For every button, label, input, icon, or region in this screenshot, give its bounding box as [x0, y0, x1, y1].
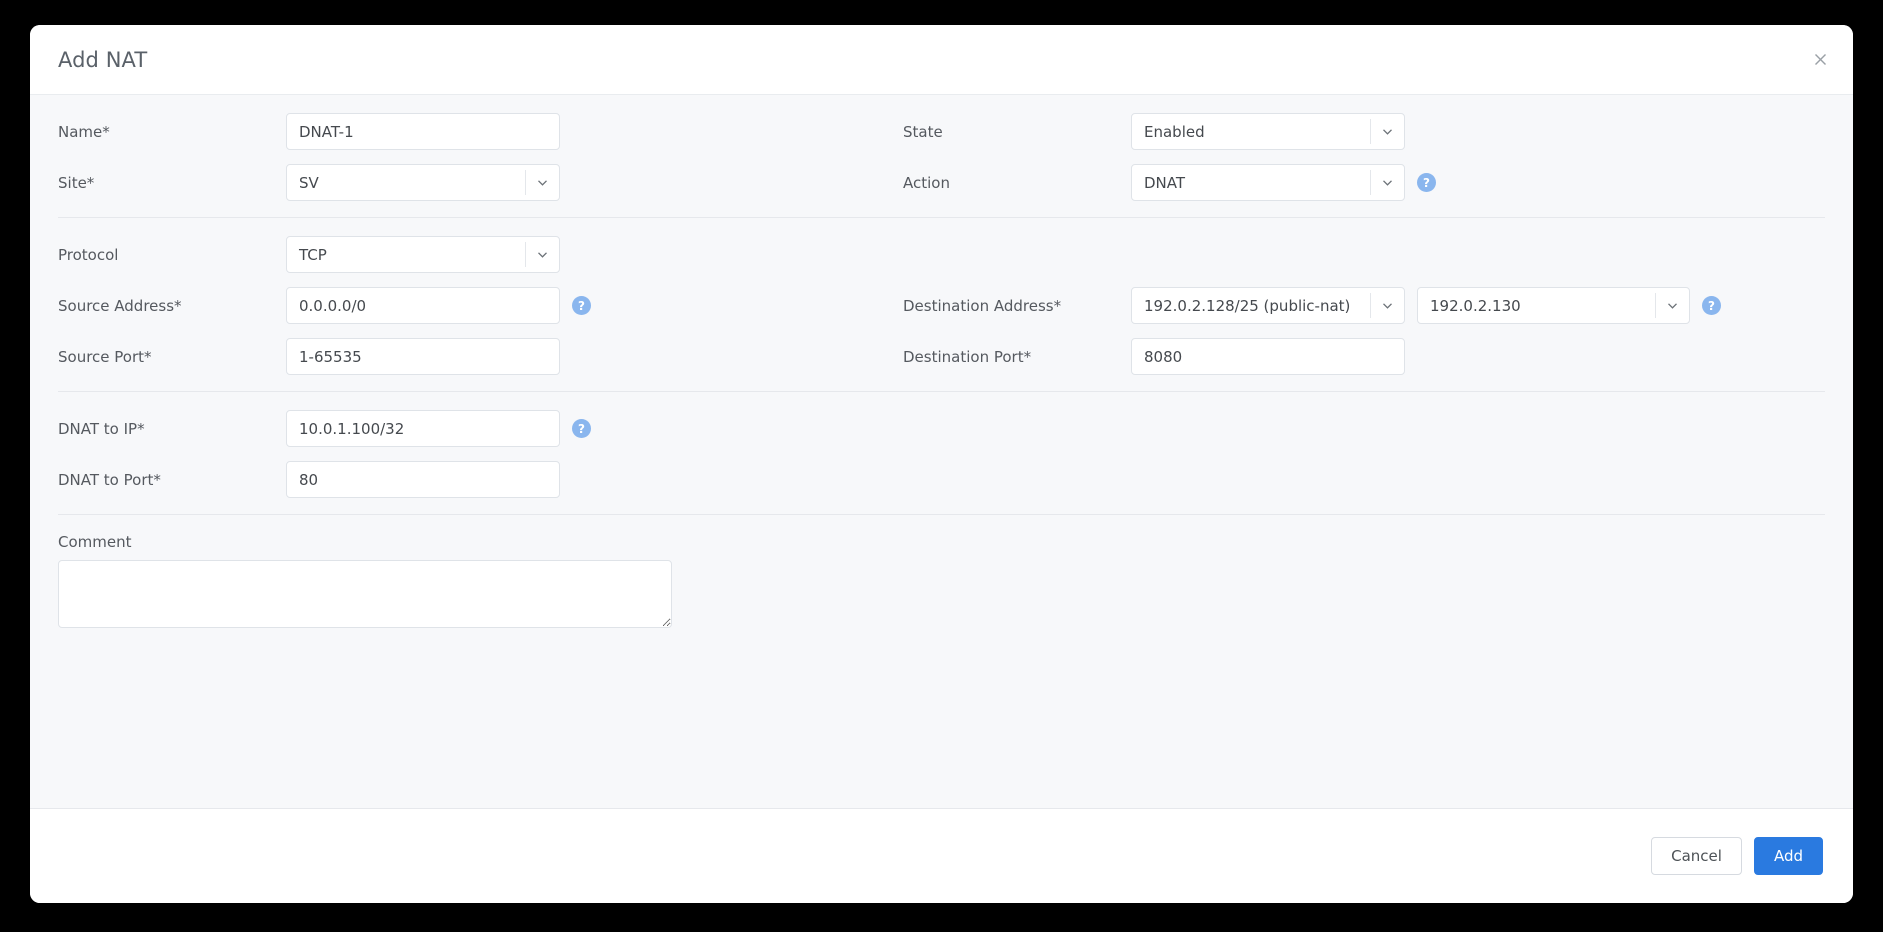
field-destination-address: Destination Address* 192.0.2.128/25 (pub…: [903, 287, 1763, 324]
form-row-protocol: Protocol TCP: [58, 236, 1825, 273]
form-row-addresses: Source Address* ? Destination Address* 1…: [58, 287, 1825, 324]
add-nat-dialog: Add NAT Name* State Enabled: [30, 25, 1853, 903]
form-row-ports: Source Port* Destination Port*: [58, 338, 1825, 375]
destination-port-input[interactable]: [1131, 338, 1405, 375]
protocol-select[interactable]: TCP: [286, 236, 560, 273]
chevron-down-icon: [1370, 119, 1404, 144]
cancel-button[interactable]: Cancel: [1651, 837, 1742, 875]
field-action: Action DNAT ?: [903, 164, 1763, 201]
form-section-match: Protocol TCP Source Address*: [58, 218, 1825, 392]
form-row-name-state: Name* State Enabled: [58, 113, 1825, 150]
dialog-body: Name* State Enabled: [30, 95, 1853, 808]
field-site: Site* SV: [58, 164, 903, 201]
destination-address-ip-value: 192.0.2.130: [1418, 297, 1655, 315]
state-select[interactable]: Enabled: [1131, 113, 1405, 150]
field-name: Name*: [58, 113, 903, 150]
chevron-down-icon: [525, 170, 559, 195]
form-section-general: Name* State Enabled: [58, 95, 1825, 218]
label-comment: Comment: [58, 533, 1825, 551]
page-title: Add NAT: [58, 48, 147, 72]
form-row-dnat-ip: DNAT to IP* ?: [58, 410, 1825, 447]
close-icon[interactable]: [1805, 45, 1835, 75]
form-section-comment: Comment: [58, 515, 1825, 640]
field-source-port: Source Port*: [58, 338, 903, 375]
state-select-value: Enabled: [1132, 123, 1370, 141]
label-destination-address: Destination Address*: [903, 297, 1131, 315]
dnat-to-ip-input[interactable]: [286, 410, 560, 447]
field-state: State Enabled: [903, 113, 1763, 150]
form-section-dnat: DNAT to IP* ? DNAT to Port*: [58, 392, 1825, 515]
dnat-to-ip-help-icon[interactable]: ?: [572, 419, 591, 438]
field-dnat-to-port: DNAT to Port*: [58, 461, 903, 498]
chevron-down-icon: [525, 242, 559, 267]
action-select[interactable]: DNAT: [1131, 164, 1405, 201]
label-name: Name*: [58, 123, 286, 141]
source-address-input[interactable]: [286, 287, 560, 324]
destination-address-subnet-select[interactable]: 192.0.2.128/25 (public-nat): [1131, 287, 1405, 324]
field-dnat-to-ip: DNAT to IP* ?: [58, 410, 903, 447]
label-action: Action: [903, 174, 1131, 192]
form-row-dnat-port: DNAT to Port*: [58, 461, 1825, 498]
label-protocol: Protocol: [58, 246, 286, 264]
field-destination-port: Destination Port*: [903, 338, 1763, 375]
action-help-icon[interactable]: ?: [1417, 173, 1436, 192]
destination-address-ip-select[interactable]: 192.0.2.130: [1417, 287, 1690, 324]
label-dnat-to-port: DNAT to Port*: [58, 471, 286, 489]
label-source-address: Source Address*: [58, 297, 286, 315]
label-dnat-to-ip: DNAT to IP*: [58, 420, 286, 438]
label-state: State: [903, 123, 1131, 141]
site-select[interactable]: SV: [286, 164, 560, 201]
action-select-value: DNAT: [1132, 174, 1370, 192]
source-address-help-icon[interactable]: ?: [572, 296, 591, 315]
label-destination-port: Destination Port*: [903, 348, 1131, 366]
chevron-down-icon: [1370, 170, 1404, 195]
site-select-value: SV: [287, 174, 525, 192]
form-row-site-action: Site* SV Action DNAT: [58, 164, 1825, 201]
field-protocol: Protocol TCP: [58, 236, 903, 273]
dialog-footer: Cancel Add: [30, 808, 1853, 903]
dnat-to-port-input[interactable]: [286, 461, 560, 498]
add-button[interactable]: Add: [1754, 837, 1823, 875]
destination-address-help-icon[interactable]: ?: [1702, 296, 1721, 315]
name-input[interactable]: [286, 113, 560, 150]
field-source-address: Source Address* ?: [58, 287, 903, 324]
label-source-port: Source Port*: [58, 348, 286, 366]
chevron-down-icon: [1370, 293, 1404, 318]
dialog-header: Add NAT: [30, 25, 1853, 95]
chevron-down-icon: [1655, 293, 1689, 318]
comment-textarea[interactable]: [58, 560, 672, 628]
protocol-select-value: TCP: [287, 246, 525, 264]
source-port-input[interactable]: [286, 338, 560, 375]
destination-address-subnet-value: 192.0.2.128/25 (public-nat): [1132, 297, 1370, 315]
label-site: Site*: [58, 174, 286, 192]
